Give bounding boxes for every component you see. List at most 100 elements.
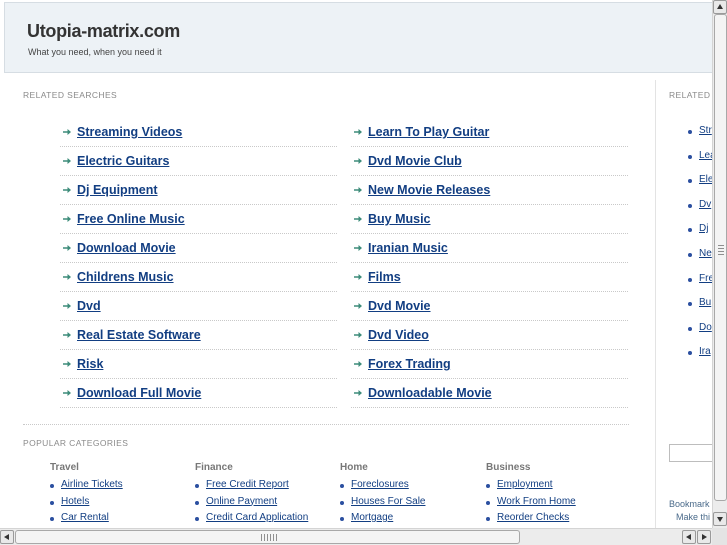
category-link[interactable]: Free Credit Report bbox=[206, 479, 289, 490]
related-search-link[interactable]: Risk bbox=[77, 357, 103, 371]
right-panel-link[interactable]: Bu bbox=[699, 297, 711, 308]
related-search-item[interactable]: Streaming Videos bbox=[60, 118, 337, 147]
scroll-down-button[interactable] bbox=[713, 512, 727, 526]
related-search-link[interactable]: Forex Trading bbox=[368, 357, 451, 371]
right-panel-link[interactable]: Ira bbox=[699, 346, 711, 357]
related-search-link[interactable]: Download Full Movie bbox=[77, 386, 201, 400]
right-panel-item[interactable]: Do bbox=[688, 322, 712, 347]
category-link[interactable]: Online Payment bbox=[206, 496, 277, 507]
right-panel-link[interactable]: Do bbox=[699, 322, 712, 333]
bookmark-link[interactable]: Bookmark bbox=[669, 499, 710, 509]
arrow-right-icon bbox=[354, 274, 362, 280]
related-search-item[interactable]: Films bbox=[351, 263, 628, 292]
related-search-link[interactable]: Buy Music bbox=[368, 212, 431, 226]
related-search-link[interactable]: Dvd Video bbox=[368, 328, 429, 342]
related-search-link[interactable]: Learn To Play Guitar bbox=[368, 125, 489, 139]
related-search-item[interactable]: New Movie Releases bbox=[351, 176, 628, 205]
scroll-up-button[interactable] bbox=[713, 0, 727, 14]
right-panel-item[interactable]: Ele bbox=[688, 174, 712, 199]
category-item[interactable]: Online Payment bbox=[195, 496, 335, 513]
category-link[interactable]: Foreclosures bbox=[351, 479, 409, 490]
scrollbar-corner bbox=[712, 528, 727, 545]
category-item[interactable]: Reorder Checks bbox=[486, 512, 626, 528]
category-link[interactable]: Credit Card Application bbox=[206, 512, 308, 523]
make-homepage-link[interactable]: Make thi bbox=[676, 512, 710, 522]
related-search-item[interactable]: Dvd Movie bbox=[351, 292, 628, 321]
scroll-right-button[interactable] bbox=[697, 530, 711, 544]
right-panel-link[interactable]: Dj bbox=[699, 223, 708, 234]
category-item[interactable]: Work From Home bbox=[486, 496, 626, 513]
related-search-item[interactable]: Real Estate Software bbox=[60, 321, 337, 350]
right-panel-link[interactable]: Ele bbox=[699, 174, 712, 185]
category-link[interactable]: Mortgage bbox=[351, 512, 393, 523]
related-search-link[interactable]: Dvd bbox=[77, 299, 101, 313]
vertical-scrollbar[interactable] bbox=[712, 0, 727, 528]
related-search-item[interactable]: Buy Music bbox=[351, 205, 628, 234]
horizontal-scroll-thumb[interactable] bbox=[15, 530, 520, 544]
related-search-item[interactable]: Download Movie bbox=[60, 234, 337, 263]
related-search-item[interactable]: Dvd bbox=[60, 292, 337, 321]
related-search-item[interactable]: Download Full Movie bbox=[60, 379, 337, 408]
scroll-left-button[interactable] bbox=[0, 530, 14, 544]
related-search-item[interactable]: Forex Trading bbox=[351, 350, 628, 379]
related-search-link[interactable]: New Movie Releases bbox=[368, 183, 490, 197]
related-search-item[interactable]: Downloadable Movie bbox=[351, 379, 628, 408]
related-search-item[interactable]: Electric Guitars bbox=[60, 147, 337, 176]
right-panel-item[interactable]: Ira bbox=[688, 346, 712, 371]
right-panel-item[interactable]: Fre bbox=[688, 273, 712, 298]
category-item[interactable]: Mortgage bbox=[340, 512, 480, 528]
category-link[interactable]: Employment bbox=[497, 479, 553, 490]
right-panel-link[interactable]: Ne bbox=[699, 248, 712, 259]
category-item[interactable]: Airline Tickets bbox=[50, 479, 190, 496]
right-panel-item[interactable]: Dj bbox=[688, 223, 712, 248]
right-panel-item[interactable]: Lea bbox=[688, 150, 712, 175]
category-link[interactable]: Work From Home bbox=[497, 496, 576, 507]
right-panel-link[interactable]: Fre bbox=[699, 273, 712, 284]
related-search-link[interactable]: Download Movie bbox=[77, 241, 176, 255]
right-panel-item[interactable]: Bu bbox=[688, 297, 712, 322]
vertical-scroll-thumb[interactable] bbox=[714, 14, 727, 501]
related-search-link[interactable]: Free Online Music bbox=[77, 212, 185, 226]
grip-icon bbox=[718, 245, 724, 257]
right-panel-item[interactable]: Ne bbox=[688, 248, 712, 273]
category-link[interactable]: Car Rental bbox=[61, 512, 109, 523]
related-search-item[interactable]: Dvd Video bbox=[351, 321, 628, 350]
category-item[interactable]: Houses For Sale bbox=[340, 496, 480, 513]
right-panel-item[interactable]: Dv bbox=[688, 199, 712, 224]
related-search-link[interactable]: Dj Equipment bbox=[77, 183, 158, 197]
category-link[interactable]: Reorder Checks bbox=[497, 512, 569, 523]
right-panel-link[interactable]: Str bbox=[699, 125, 712, 136]
related-search-item[interactable]: Risk bbox=[60, 350, 337, 379]
related-search-item[interactable]: Childrens Music bbox=[60, 263, 337, 292]
category-link[interactable]: Airline Tickets bbox=[61, 479, 123, 490]
right-panel-item[interactable]: Str bbox=[688, 125, 712, 150]
related-search-link[interactable]: Real Estate Software bbox=[77, 328, 201, 342]
related-search-item[interactable]: Dj Equipment bbox=[60, 176, 337, 205]
category-item[interactable]: Employment bbox=[486, 479, 626, 496]
related-search-link[interactable]: Streaming Videos bbox=[77, 125, 182, 139]
related-search-link[interactable]: Downloadable Movie bbox=[368, 386, 492, 400]
arrow-right-icon bbox=[63, 245, 71, 251]
scroll-left-button-secondary[interactable] bbox=[682, 530, 696, 544]
related-search-item[interactable]: Learn To Play Guitar bbox=[351, 118, 628, 147]
category-item[interactable]: Free Credit Report bbox=[195, 479, 335, 496]
related-search-link[interactable]: Dvd Movie Club bbox=[368, 154, 462, 168]
related-search-link[interactable]: Electric Guitars bbox=[77, 154, 169, 168]
related-search-item[interactable]: Dvd Movie Club bbox=[351, 147, 628, 176]
related-search-link[interactable]: Films bbox=[368, 270, 401, 284]
right-panel-search-input[interactable] bbox=[669, 444, 712, 462]
right-panel-link[interactable]: Lea bbox=[699, 150, 712, 161]
related-search-link[interactable]: Childrens Music bbox=[77, 270, 174, 284]
category-item[interactable]: Credit Card Application bbox=[195, 512, 335, 528]
related-search-link[interactable]: Dvd Movie bbox=[368, 299, 431, 313]
right-panel-link[interactable]: Dv bbox=[699, 199, 711, 210]
related-search-item[interactable]: Free Online Music bbox=[60, 205, 337, 234]
category-item[interactable]: Foreclosures bbox=[340, 479, 480, 496]
category-item[interactable]: Car Rental bbox=[50, 512, 190, 528]
related-search-link[interactable]: Iranian Music bbox=[368, 241, 448, 255]
horizontal-scrollbar[interactable] bbox=[0, 528, 712, 545]
category-link[interactable]: Houses For Sale bbox=[351, 496, 425, 507]
category-item[interactable]: Hotels bbox=[50, 496, 190, 513]
category-link[interactable]: Hotels bbox=[61, 496, 89, 507]
related-search-item[interactable]: Iranian Music bbox=[351, 234, 628, 263]
